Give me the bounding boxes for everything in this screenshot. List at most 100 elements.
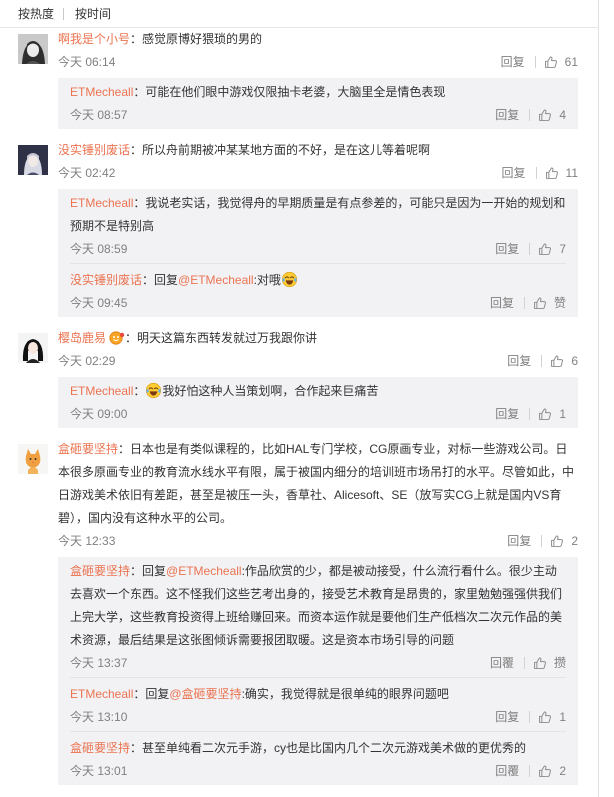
like-count: 1: [559, 710, 566, 724]
reply-box: ETMecheall：可能在他们眼中游戏仅限抽卡老婆，大脑里全是情色表现 今天 …: [58, 78, 578, 129]
sort-by-hot-tab[interactable]: 按热度: [18, 7, 54, 21]
reply-button[interactable]: 回复: [490, 292, 514, 314]
reply-body: 盒砸要坚持：甚至单纯看二次元手游，cy也是比国内几个二次元游戏美术做的更优秀的: [70, 737, 566, 760]
reply-button[interactable]: 回覆: [495, 760, 519, 782]
comment-time: 今天 12:33: [58, 534, 116, 548]
like-count: 2: [559, 764, 566, 778]
reply-button[interactable]: 回复: [495, 238, 519, 260]
comment-actions: 回复 2: [507, 530, 578, 552]
reply-item: ETMecheall：回复@盒砸要坚持:确实，我觉得就是很单纯的眼界问题吧 今天…: [70, 677, 566, 731]
reply-meta: 今天 13:37 回覆 攒: [70, 652, 566, 674]
thumbs-up-icon: [545, 166, 559, 180]
reply-button[interactable]: 回复: [495, 104, 519, 126]
reply-username[interactable]: ETMecheall: [70, 384, 133, 398]
comment-time: 今天 06:14: [58, 55, 116, 69]
comment-item: 樱岛鹿易 ：明天这篇东西转发就过万我跟你讲 今天 02:29 回复 6 ETMec…: [0, 327, 598, 428]
sort-bar: 按热度 按时间: [0, 0, 598, 28]
avatar[interactable]: [18, 333, 48, 363]
comment-time: 今天 02:29: [58, 354, 116, 368]
avatar[interactable]: [18, 34, 48, 64]
sort-by-time-tab[interactable]: 按时间: [75, 7, 111, 21]
like-count: 4: [559, 108, 566, 122]
user-badge-icon[interactable]: [109, 331, 125, 345]
reply-username[interactable]: 盒砸要坚持: [70, 741, 130, 755]
reply-body: ETMecheall：回复@盒砸要坚持:确实，我觉得就是很单纯的眼界问题吧: [70, 683, 566, 706]
action-divider: [523, 297, 525, 309]
action-divider: [529, 711, 531, 723]
like-count: 61: [564, 55, 578, 69]
comment-meta: 今天 06:14 回复 61: [58, 51, 578, 73]
like-button[interactable]: 1: [538, 403, 566, 425]
like-button[interactable]: 2: [538, 760, 566, 782]
reply-username[interactable]: 盒砸要坚持: [70, 564, 130, 578]
reply-text: ：我说老实话，我觉得舟的早期质量是有点参差的，可能只是因为一开始的规划和预期不是…: [70, 196, 566, 233]
avatar[interactable]: [18, 444, 48, 474]
comment-actions: 回复 61: [501, 51, 578, 73]
mention-link[interactable]: @ETMecheall: [166, 564, 242, 578]
like-count: 1: [559, 407, 566, 421]
reply-body: ETMecheall：我说老实话，我觉得舟的早期质量是有点参差的，可能只是因为一…: [70, 192, 566, 238]
reply-time: 今天 09:45: [70, 296, 128, 310]
like-button[interactable]: 61: [544, 51, 578, 73]
reply-item: 盒砸要坚持：回复@ETMecheall:作品欣赏的少，都是被动接受，什么流行看什…: [70, 557, 566, 677]
reply-box: ETMecheall： 我好怕这种人当策划啊，合作起来巨痛苦 今天 09:00 回…: [58, 377, 578, 428]
reply-button[interactable]: 回复: [495, 403, 519, 425]
like-button[interactable]: 2: [550, 530, 578, 552]
comment-username[interactable]: 樱岛鹿易: [58, 331, 106, 345]
comment-body: 盒砸要坚持：日本也是有类似课程的，比如HAL专门学校，CG原画专业，对标一些游戏…: [58, 438, 578, 530]
comment-body: 樱岛鹿易 ：明天这篇东西转发就过万我跟你讲: [58, 327, 578, 350]
reply-item: 盒砸要坚持：甚至单纯看二次元手游，cy也是比国内几个二次元游戏美术做的更优秀的 …: [70, 731, 566, 785]
comment-username[interactable]: 啊我是个小号: [58, 32, 130, 46]
action-divider: [529, 243, 531, 255]
reply-body: ETMecheall： 我好怕这种人当策划啊，合作起来巨痛苦: [70, 380, 566, 403]
like-button[interactable]: 11: [545, 162, 578, 184]
reply-username[interactable]: ETMecheall: [70, 687, 133, 701]
comment-body: 没实锤别废话：所以舟前期被冲某某地方面的不好，是在这儿等着呢啊: [58, 139, 578, 162]
reply-username[interactable]: ETMecheall: [70, 85, 133, 99]
like-button[interactable]: 1: [538, 706, 566, 728]
comment-text: ：明天这篇东西转发就过万我跟你讲: [125, 331, 318, 345]
reply-button[interactable]: 回复: [507, 530, 531, 552]
reply-box: 盒砸要坚持：回复@ETMecheall:作品欣赏的少，都是被动接受，什么流行看什…: [58, 557, 578, 785]
reply-actions: 回复 4: [495, 104, 566, 126]
comment-actions: 回复 6: [507, 350, 578, 372]
reply-meta: 今天 09:00 回复 1: [70, 403, 566, 425]
laugh-cry-emoji-icon: [281, 271, 298, 288]
comment-text: ：日本也是有类似课程的，比如HAL专门学校，CG原画专业，对标一些游戏公司。日本…: [58, 442, 575, 525]
comment-item: 没实锤别废话：所以舟前期被冲某某地方面的不好，是在这儿等着呢啊 今天 02:42…: [0, 139, 598, 317]
like-count: 6: [571, 354, 578, 368]
like-button[interactable]: 攒: [533, 652, 566, 674]
mention-link[interactable]: @ETMecheall: [178, 273, 254, 287]
reply-button[interactable]: 回覆: [490, 652, 514, 674]
reply-button[interactable]: 回复: [507, 350, 531, 372]
like-button[interactable]: 7: [538, 238, 566, 260]
reply-button[interactable]: 回复: [495, 706, 519, 728]
reply-button[interactable]: 回复: [502, 162, 526, 184]
reply-actions: 回覆 攒: [490, 652, 566, 674]
avatar[interactable]: [18, 145, 48, 175]
reply-box: ETMecheall：我说老实话，我觉得舟的早期质量是有点参差的，可能只是因为一…: [58, 189, 578, 317]
reply-body: 没实锤别废话：回复@ETMecheall:对哦: [70, 269, 566, 292]
reply-username[interactable]: ETMecheall: [70, 196, 133, 210]
thumbs-up-icon: [533, 296, 547, 310]
reply-username[interactable]: 没实锤别废话: [70, 273, 142, 287]
reply-meta: 今天 08:59 回复 7: [70, 238, 566, 260]
reply-meta: 今天 13:01 回覆 2: [70, 760, 566, 782]
like-button[interactable]: 6: [550, 350, 578, 372]
like-count: 2: [571, 534, 578, 548]
comment-body: 啊我是个小号：感觉原博好猥琐的男的: [58, 28, 578, 51]
like-button[interactable]: 4: [538, 104, 566, 126]
like-button[interactable]: 赞: [533, 292, 566, 314]
mention-link[interactable]: @盒砸要坚持: [169, 687, 241, 701]
reply-time: 今天 08:59: [70, 242, 128, 256]
thumbs-up-icon: [550, 354, 564, 368]
comment-username[interactable]: 没实锤别废话: [58, 143, 130, 157]
reply-button[interactable]: 回复: [501, 51, 525, 73]
comment-meta: 今天 02:42 回复 11: [58, 162, 578, 184]
comment-time: 今天 02:42: [58, 166, 116, 180]
reply-item: ETMecheall：我说老实话，我觉得舟的早期质量是有点参差的，可能只是因为一…: [70, 189, 566, 263]
action-divider: [529, 109, 531, 121]
action-divider: [535, 167, 537, 179]
reply-time: 今天 09:00: [70, 407, 128, 421]
comment-username[interactable]: 盒砸要坚持: [58, 442, 118, 456]
